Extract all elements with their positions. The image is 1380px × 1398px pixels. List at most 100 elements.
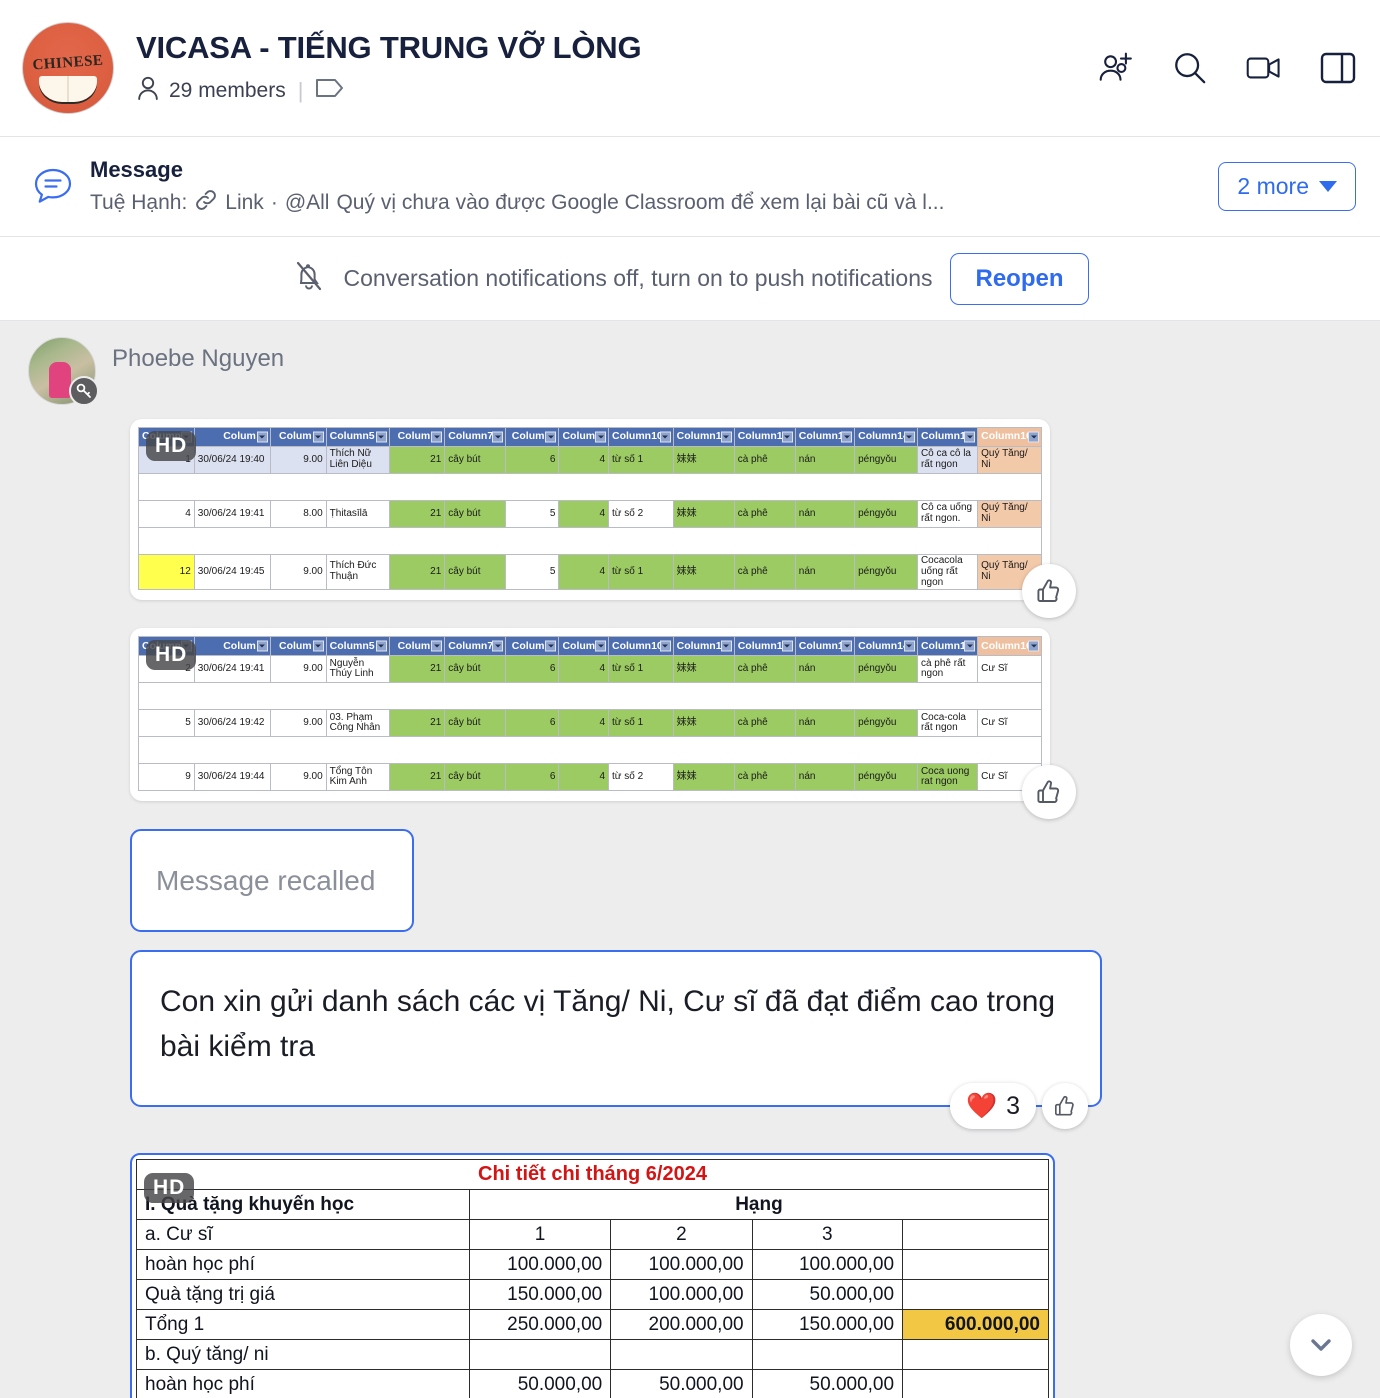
filter-dropdown-icon[interactable] bbox=[595, 431, 607, 443]
reopen-button[interactable]: Reopen bbox=[950, 252, 1089, 305]
column-header-5[interactable]: Colum bbox=[388, 636, 446, 657]
column-header-9[interactable]: Column10 bbox=[608, 427, 674, 447]
column-header-15[interactable]: Column16 bbox=[977, 427, 1042, 447]
row-value bbox=[468, 1339, 612, 1371]
member-count[interactable]: 29 members bbox=[169, 79, 286, 103]
filter-dropdown-icon[interactable] bbox=[964, 431, 976, 443]
heart-reaction-pill[interactable]: ❤️ 3 bbox=[949, 1083, 1036, 1130]
column-header-10[interactable]: Column11 bbox=[672, 427, 735, 447]
rank-value: 3 bbox=[751, 1219, 904, 1251]
pinned-preview-text: Quý vị chưa vào được Google Classroom để… bbox=[336, 190, 945, 214]
filter-dropdown-icon[interactable] bbox=[659, 640, 671, 652]
filter-dropdown-icon[interactable] bbox=[492, 640, 504, 652]
filter-dropdown-icon[interactable] bbox=[720, 640, 732, 652]
column-header-3[interactable]: Colum bbox=[269, 427, 327, 447]
column-header-12[interactable]: Column13 bbox=[794, 427, 856, 447]
filter-dropdown-icon[interactable] bbox=[964, 640, 976, 652]
expense-detail-image[interactable]: HD Chi tiết chi tháng 6/2024 I. Quà tặng … bbox=[130, 1153, 1055, 1398]
message-list: Phoebe Nguyen HD ColumnColumColumColumn5… bbox=[0, 321, 1380, 1398]
column-header-5[interactable]: Colum bbox=[388, 427, 446, 447]
spreadsheet-image-1[interactable]: HD ColumnColumColumColumn5ColumColumn7Co… bbox=[130, 419, 1076, 619]
search-icon[interactable] bbox=[1172, 50, 1208, 86]
scroll-to-bottom-button[interactable] bbox=[1290, 1314, 1352, 1376]
table-cell: Cư Sĩ bbox=[977, 655, 1042, 684]
filter-dropdown-icon[interactable] bbox=[312, 640, 324, 652]
filter-dropdown-icon[interactable] bbox=[903, 431, 915, 443]
column-header-11[interactable]: Column12 bbox=[733, 427, 796, 447]
filter-dropdown-icon[interactable] bbox=[781, 640, 793, 652]
column-header-6[interactable]: Column7 bbox=[444, 427, 507, 447]
table-cell: cây bút bbox=[444, 763, 507, 792]
sheet1-table: ColumnColumColumColumn5ColumColumn7Colum… bbox=[138, 427, 1042, 591]
tag-icon[interactable] bbox=[315, 76, 345, 106]
table-row: 230/06/24 19:419.00Nguyễn Thúy Linh21cây… bbox=[138, 655, 1042, 684]
add-member-icon[interactable] bbox=[1098, 50, 1134, 86]
filter-dropdown-icon[interactable] bbox=[781, 431, 793, 443]
spreadsheet-image-2[interactable]: HD ColumnColumColumColumn5ColumColumn7Co… bbox=[130, 628, 1076, 820]
column-header-2[interactable]: Colum bbox=[193, 427, 271, 447]
column-header-13[interactable]: Column14 bbox=[854, 427, 918, 447]
filter-dropdown-icon[interactable] bbox=[431, 640, 443, 652]
column-header-2[interactable]: Colum bbox=[193, 636, 271, 657]
column-header-12[interactable]: Column13 bbox=[794, 636, 856, 657]
pinned-message-bar[interactable]: Message Tuệ Hạnh: Link · @All Quý vị chư… bbox=[0, 137, 1380, 237]
thumbs-up-reaction-button-3[interactable] bbox=[1042, 1083, 1088, 1130]
filter-dropdown-icon[interactable] bbox=[720, 431, 732, 443]
sidebar-panel-icon[interactable] bbox=[1320, 50, 1356, 86]
pinned-link-label[interactable]: Link bbox=[225, 191, 264, 215]
filter-dropdown-icon[interactable] bbox=[659, 431, 671, 443]
column-header-4[interactable]: Column5 bbox=[325, 427, 390, 447]
filter-dropdown-icon[interactable] bbox=[375, 640, 387, 652]
filter-dropdown-icon[interactable] bbox=[841, 431, 853, 443]
filter-dropdown-icon[interactable] bbox=[375, 431, 387, 443]
column-header-10[interactable]: Column11 bbox=[672, 636, 735, 657]
filter-dropdown-icon[interactable] bbox=[841, 640, 853, 652]
filter-dropdown-icon[interactable] bbox=[595, 640, 607, 652]
filter-dropdown-icon[interactable] bbox=[312, 431, 324, 443]
table-cell: Cô ca uống rất ngon. bbox=[916, 500, 979, 528]
column-header-13[interactable]: Column14 bbox=[854, 636, 918, 657]
column-header-9[interactable]: Column10 bbox=[608, 636, 674, 657]
column-header-8[interactable]: Colum bbox=[558, 427, 610, 447]
text-message-bubble[interactable]: Con xin gửi danh sách các vị Tăng/ Ni, C… bbox=[130, 950, 1102, 1130]
table-cell: 4 bbox=[558, 763, 610, 792]
table-cell: Cư Sĩ bbox=[977, 709, 1042, 738]
filter-dropdown-icon[interactable] bbox=[903, 640, 915, 652]
filter-dropdown-icon[interactable] bbox=[256, 431, 268, 443]
column-header-14[interactable]: Column15 bbox=[916, 636, 979, 657]
column-header-4[interactable]: Column5 bbox=[325, 636, 390, 657]
row-total: 600.000,00 bbox=[902, 1309, 1049, 1341]
filter-dropdown-icon[interactable] bbox=[545, 431, 557, 443]
notification-text: Conversation notifications off, turn on … bbox=[343, 265, 933, 291]
row-value: 50.000,00 bbox=[751, 1369, 904, 1398]
recalled-message-bubble[interactable]: Message recalled bbox=[130, 829, 414, 933]
row-total bbox=[902, 1339, 1049, 1371]
filter-dropdown-icon[interactable] bbox=[1028, 640, 1039, 652]
thumbs-up-reaction-button-2[interactable] bbox=[1022, 765, 1076, 820]
table-cell: Quý Tăng/ Ni bbox=[977, 500, 1042, 528]
video-call-icon[interactable] bbox=[1246, 50, 1282, 86]
column-header-3[interactable]: Colum bbox=[269, 636, 327, 657]
filter-dropdown-icon[interactable] bbox=[1028, 431, 1039, 443]
table-cell: cà phê bbox=[733, 553, 796, 591]
filter-dropdown-icon[interactable] bbox=[256, 640, 268, 652]
column-header-7[interactable]: Colum bbox=[505, 427, 560, 447]
table-cell: 21 bbox=[388, 500, 446, 528]
group-avatar[interactable]: CHINESE bbox=[22, 22, 114, 114]
column-header-14[interactable]: Column15 bbox=[916, 427, 979, 447]
column-header-11[interactable]: Column12 bbox=[733, 636, 796, 657]
pinned-message-body: Message Tuệ Hạnh: Link · @All Quý vị chư… bbox=[90, 157, 1218, 217]
filter-dropdown-icon[interactable] bbox=[431, 431, 443, 443]
pinned-mention[interactable]: @All bbox=[285, 191, 330, 215]
filter-dropdown-icon[interactable] bbox=[492, 431, 504, 443]
rank-value: 1 bbox=[468, 1219, 612, 1251]
column-header-8[interactable]: Colum bbox=[558, 636, 610, 657]
more-pinned-button[interactable]: 2 more bbox=[1218, 162, 1356, 211]
row-value: 100.000,00 bbox=[610, 1279, 753, 1311]
filter-dropdown-icon[interactable] bbox=[545, 640, 557, 652]
column-header-15[interactable]: Column16 bbox=[977, 636, 1042, 657]
avatar[interactable] bbox=[28, 337, 99, 406]
thumbs-up-reaction-button-1[interactable] bbox=[1022, 564, 1076, 619]
column-header-6[interactable]: Column7 bbox=[444, 636, 507, 657]
column-header-7[interactable]: Colum bbox=[505, 636, 560, 657]
